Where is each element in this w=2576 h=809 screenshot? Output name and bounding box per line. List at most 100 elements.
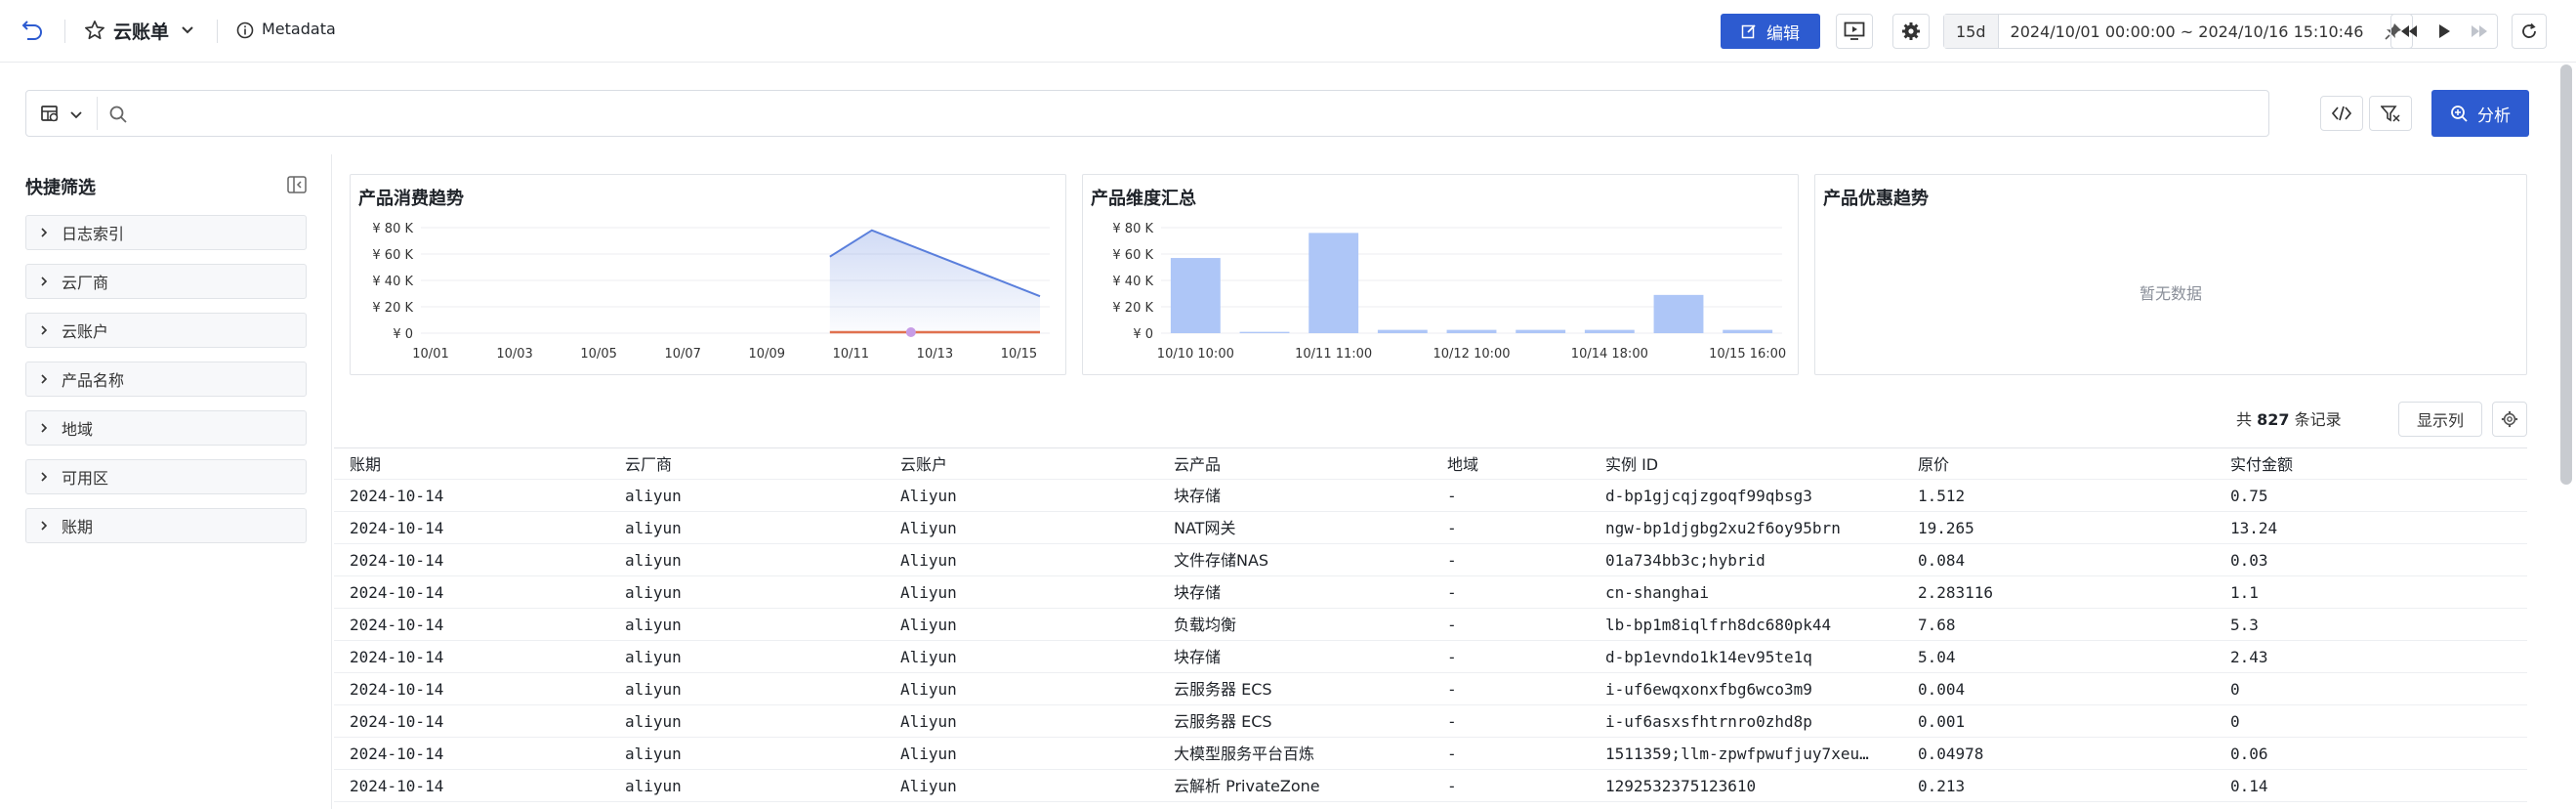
- column-header[interactable]: 云账户: [900, 448, 1164, 481]
- code-view-button[interactable]: [2320, 96, 2363, 131]
- sidebar-item-label: 产品名称: [62, 371, 125, 390]
- table-cell: d-bp1evndo1k14ev95te1q: [1605, 648, 1812, 666]
- table-cell: Aliyun: [900, 745, 957, 763]
- bar: [1723, 329, 1773, 333]
- table-cell: 2.43: [2230, 648, 2268, 666]
- bar: [1239, 331, 1290, 333]
- record-count: 共 827 条记录: [2236, 406, 2342, 430]
- table-cell: Aliyun: [900, 616, 957, 634]
- table-cell: NAT网关: [1174, 519, 1236, 537]
- refresh-button[interactable]: [2512, 14, 2547, 49]
- chevron-right-icon: [26, 324, 62, 336]
- chevron-right-icon: [26, 422, 62, 434]
- time-range-text[interactable]: 2024/10/01 00:00:00 ~ 2024/10/16 15:10:4…: [1999, 15, 2376, 48]
- x-tick-label: 10/11: [833, 347, 869, 362]
- table-row[interactable]: 2024-10-14 aliyun Aliyun 块存储 - cn-shanghai 2.2…: [334, 576, 2527, 609]
- sidebar-item-billing-period[interactable]: 账期: [25, 508, 307, 543]
- sidebar-item-cloud-vendor[interactable]: 云厂商: [25, 264, 307, 299]
- analyze-icon: [2451, 106, 2468, 122]
- table-cell: aliyun: [625, 519, 682, 537]
- y-tick-label: ¥ 60 K: [372, 248, 413, 263]
- record-count-suffix: 条记录: [2294, 410, 2342, 429]
- table-settings-button[interactable]: [2492, 402, 2527, 437]
- sidebar-item-cloud-account[interactable]: 云账户: [25, 313, 307, 348]
- column-header[interactable]: 地域: [1447, 448, 1594, 481]
- table-cell: i-uf6asxsfhtrnro0zhd8p: [1605, 712, 1812, 731]
- sidebar-item-product-name[interactable]: 产品名称: [25, 362, 307, 397]
- sidebar-item-log-index[interactable]: 日志索引: [25, 215, 307, 250]
- show-columns-button[interactable]: 显示列: [2398, 402, 2482, 437]
- search-input[interactable]: [136, 99, 2284, 128]
- table-cell: 2024-10-14: [350, 583, 444, 602]
- table-cell: 文件存储NAS: [1174, 551, 1269, 570]
- column-header[interactable]: 账期: [350, 448, 613, 481]
- column-header[interactable]: 云产品: [1174, 448, 1437, 481]
- table-cell: cn-shanghai: [1605, 583, 1709, 602]
- x-tick-label: 10/01: [412, 347, 448, 362]
- analyze-button[interactable]: 分析: [2431, 90, 2529, 137]
- table-cell: 块存储: [1174, 648, 1222, 666]
- bar: [1584, 329, 1635, 333]
- no-data-text: 暂无数据: [2139, 284, 2202, 303]
- sidebar-item-zone[interactable]: 可用区: [25, 459, 307, 494]
- fast-forward-icon[interactable]: [2462, 15, 2497, 48]
- table-cell: aliyun: [625, 680, 682, 699]
- settings-button[interactable]: [1892, 14, 1930, 49]
- time-range-picker[interactable]: 15d 2024/10/01 00:00:00 ~ 2024/10/16 15:…: [1943, 14, 2414, 49]
- page-scrollbar[interactable]: [2560, 64, 2572, 485]
- table-row[interactable]: 2024-10-14 aliyun Aliyun 云服务器 ECS - i-uf6asxs…: [334, 705, 2527, 738]
- chevron-down-icon[interactable]: [69, 106, 83, 125]
- table-row[interactable]: 2024-10-14 aliyun Aliyun NAT网关 - ngw-bp1djgbg…: [334, 512, 2527, 544]
- bar: [1653, 294, 1704, 333]
- filter-clear-button[interactable]: [2369, 96, 2412, 131]
- table-cell: 块存储: [1174, 583, 1222, 602]
- chevron-down-icon[interactable]: [180, 21, 195, 37]
- dimension-summary-panel: 产品维度汇总 ¥ 80 K ¥ 60 K ¥ 40 K ¥ 20 K ¥ 0 10/10 …: [1082, 174, 1799, 375]
- table-cell: -: [1447, 551, 1457, 570]
- hover-marker: [905, 327, 916, 337]
- table-cell: 2024-10-14: [350, 777, 444, 795]
- time-preset[interactable]: 15d: [1944, 15, 1999, 48]
- table-cell: 云解析 PrivateZone: [1174, 777, 1320, 795]
- search-icon: [108, 105, 128, 128]
- column-header[interactable]: 原价: [1918, 448, 2211, 481]
- sidebar-item-region[interactable]: 地域: [25, 410, 307, 446]
- y-tick-label: ¥ 0: [1133, 327, 1153, 342]
- edit-button[interactable]: 编辑: [1721, 14, 1820, 49]
- play-icon[interactable]: [2427, 15, 2462, 48]
- chevron-right-icon: [26, 276, 62, 287]
- table-cell: 0.04978: [1918, 745, 1984, 763]
- rewind-icon[interactable]: [2391, 15, 2427, 48]
- table-cell: 2024-10-14: [350, 551, 444, 570]
- table-cell: 大模型服务平台百炼: [1174, 745, 1315, 763]
- table-row[interactable]: 2024-10-14 aliyun Aliyun 文件存储NAS - 01a734bb3c…: [334, 544, 2527, 576]
- table-row[interactable]: 2024-10-14 aliyun Aliyun 大模型服务平台百炼 - 1511359;…: [334, 738, 2527, 770]
- table-cell: -: [1447, 648, 1457, 666]
- table-cell: 5.04: [1918, 648, 1956, 666]
- y-tick-label: ¥ 80 K: [1112, 222, 1153, 236]
- table-row[interactable]: 2024-10-14 aliyun Aliyun 云解析 PrivateZone - 12…: [334, 770, 2527, 802]
- table-row[interactable]: 2024-10-14 aliyun Aliyun 云服务器 ECS - i-uf6ewqx…: [334, 673, 2527, 705]
- present-button[interactable]: [1836, 14, 1873, 49]
- record-count-value: 827: [2257, 410, 2290, 429]
- table-row[interactable]: 2024-10-14 aliyun Aliyun 块存储 - d-bp1gjcqjzgoq…: [334, 480, 2527, 512]
- y-tick-label: ¥ 40 K: [372, 275, 413, 289]
- bar: [1377, 329, 1428, 333]
- column-header[interactable]: 实付金额: [2230, 448, 2523, 481]
- metadata-link[interactable]: Metadata: [262, 20, 336, 38]
- back-icon[interactable]: [21, 18, 43, 41]
- y-tick-label: ¥ 60 K: [1112, 248, 1153, 263]
- collapse-sidebar-icon[interactable]: [287, 176, 307, 193]
- column-header[interactable]: 云厂商: [625, 448, 889, 481]
- index-select-icon[interactable]: [40, 104, 60, 127]
- table-row[interactable]: 2024-10-14 aliyun Aliyun 负载均衡 - lb-bp1m8iqlfr…: [334, 609, 2527, 641]
- table-cell: Aliyun: [900, 487, 957, 505]
- table-cell: Aliyun: [900, 680, 957, 699]
- table-cell: Aliyun: [900, 777, 957, 795]
- table-row[interactable]: 2024-10-14 aliyun Aliyun 块存储 - d-bp1evndo1k14…: [334, 641, 2527, 673]
- quick-filter-sidebar: 快捷筛选 日志索引 云厂商 云账户 产品名称 地域 可用区 账期: [0, 154, 332, 809]
- column-header[interactable]: 实例 ID: [1605, 448, 1889, 481]
- page-title[interactable]: 云账单: [113, 18, 169, 44]
- sidebar-title: 快捷筛选: [25, 178, 96, 198]
- star-icon[interactable]: [84, 20, 105, 41]
